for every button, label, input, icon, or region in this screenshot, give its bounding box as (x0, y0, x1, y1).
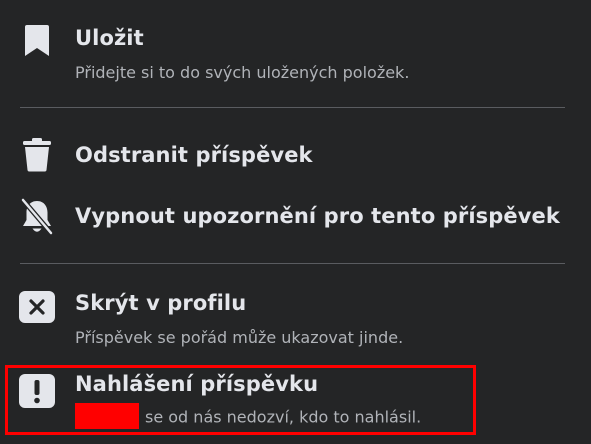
menu-item-title: Vypnout upozornění pro tento příspěvek (75, 204, 560, 228)
menu-item-subtitle: se od nás nedozví, kdo to nahlásil. (145, 407, 422, 427)
menu-item-save[interactable]: Uložit Přidejte si to do svých uložených… (0, 18, 591, 90)
divider (20, 107, 565, 108)
menu-item-hide-from-profile[interactable]: Skrýt v profilu Příspěvek se pořád může … (0, 284, 591, 356)
alert-box-icon (18, 372, 56, 410)
menu-item-subtitle: Přidejte si to do svých uložených polože… (75, 63, 410, 82)
post-options-menu: Uložit Přidejte si to do svých uložených… (0, 0, 591, 444)
divider (20, 263, 565, 264)
menu-item-report-post[interactable]: Nahlášení příspěvku se od nás nedozví, k… (0, 368, 591, 434)
bookmark-icon (18, 22, 56, 60)
menu-item-title: Uložit (75, 26, 144, 50)
menu-item-turn-off-notifications[interactable]: Vypnout upozornění pro tento příspěvek (0, 196, 591, 242)
menu-item-title: Odstranit příspěvek (75, 143, 313, 167)
redaction-block (75, 403, 139, 429)
close-box-icon (18, 288, 56, 326)
bell-off-icon (18, 198, 56, 236)
menu-item-subtitle: Příspěvek se pořád může ukazovat jinde. (75, 328, 404, 347)
menu-item-title: Nahlášení příspěvku (75, 372, 319, 396)
menu-item-delete-post[interactable]: Odstranit příspěvek (0, 136, 591, 180)
menu-item-subtitle-row: se od nás nedozví, kdo to nahlásil. (75, 403, 422, 431)
menu-item-title: Skrýt v profilu (75, 291, 247, 315)
trash-icon (18, 136, 56, 174)
